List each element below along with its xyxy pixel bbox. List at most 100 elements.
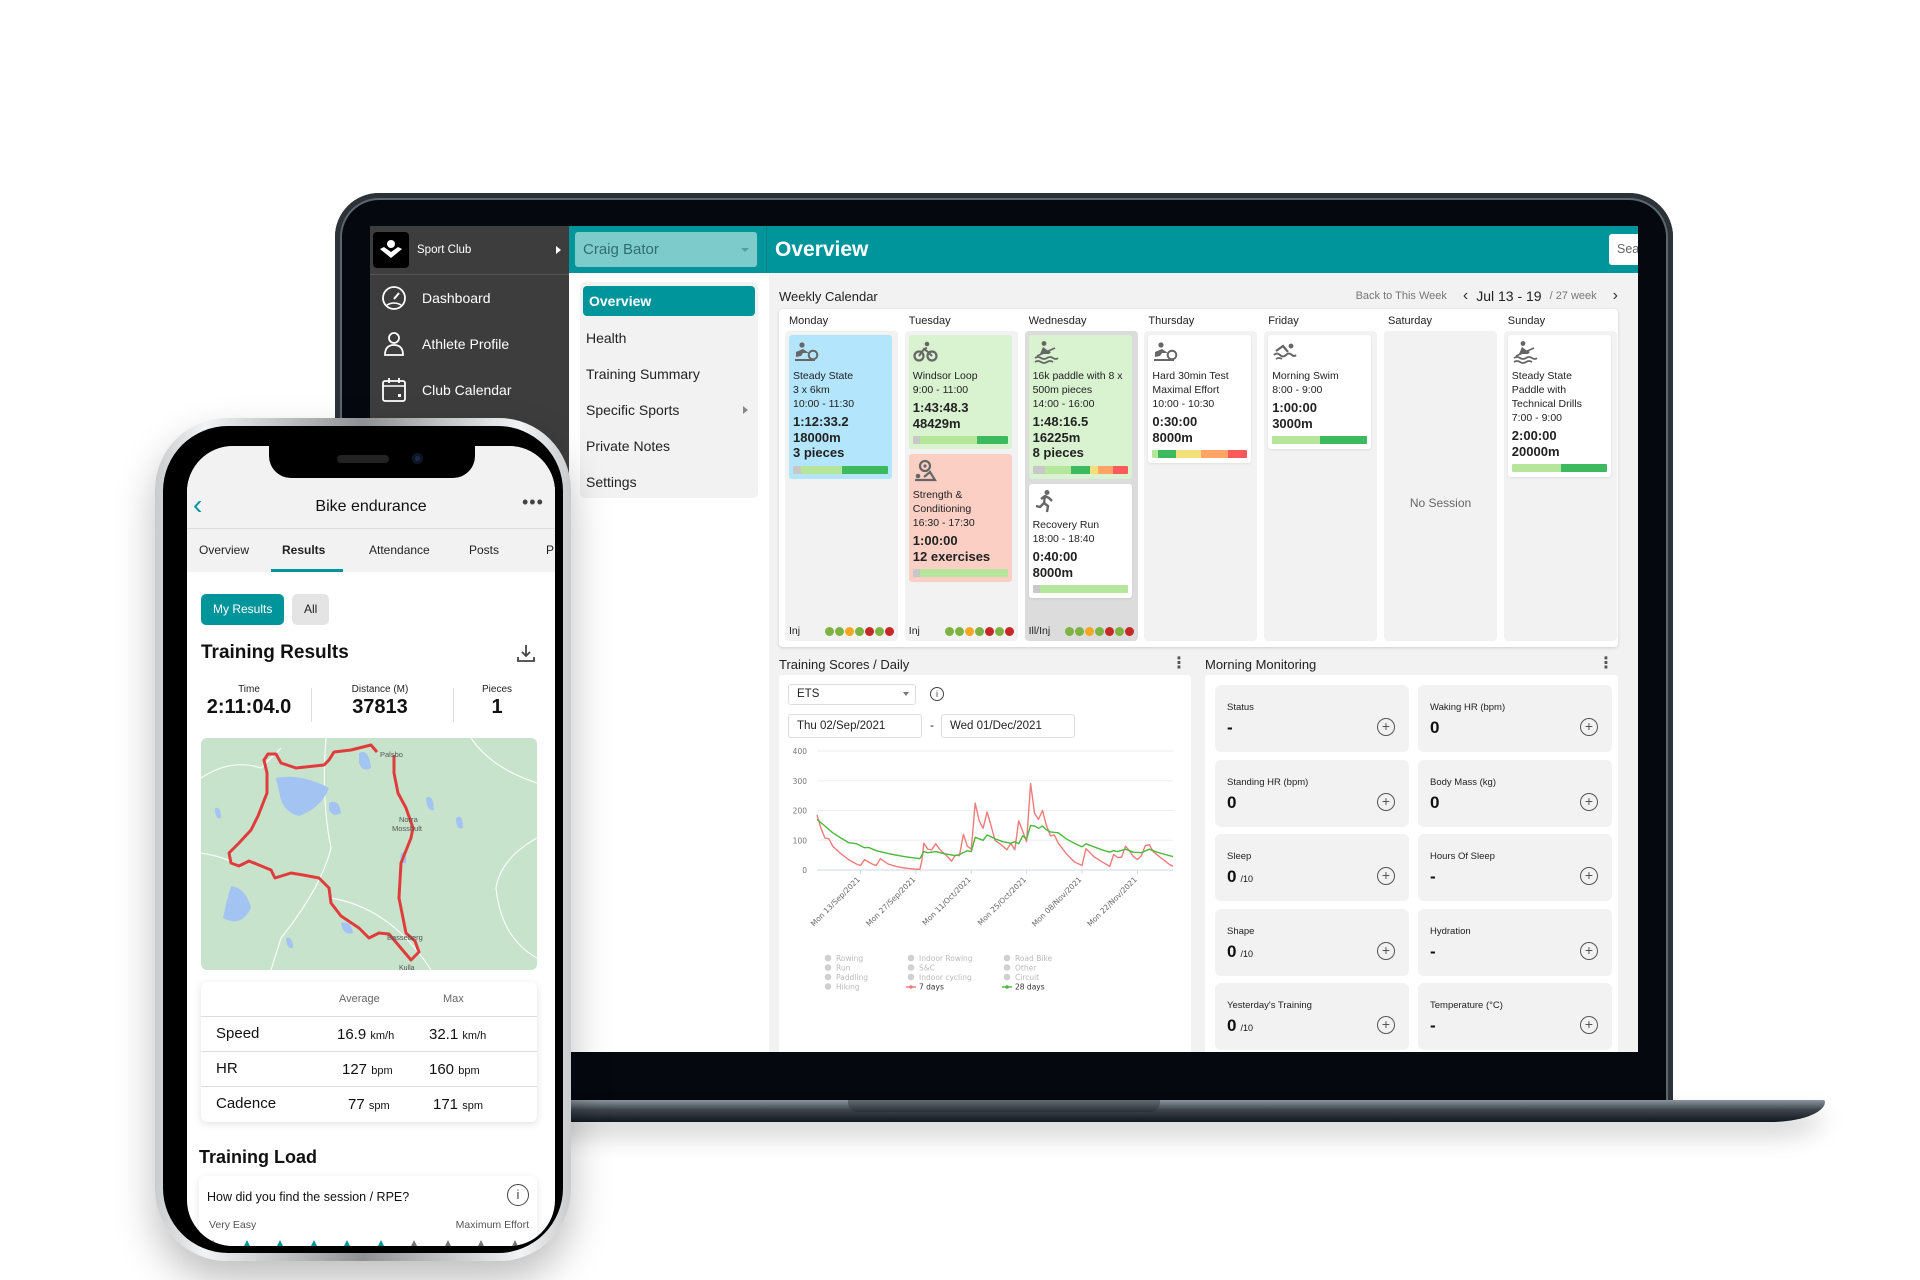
tab-more[interactable]: P [546,543,554,557]
session-card[interactable]: Morning Swim 8:00 - 9:00 1:00:00 3000m [1268,335,1372,449]
my-results-chip[interactable]: My Results [201,594,285,625]
rpe-scale-tick[interactable] [478,1240,484,1246]
club-logo-icon [373,232,409,268]
session-card[interactable]: Recovery Run 18:00 - 18:40 0:40:00 8000m [1028,484,1132,598]
front-camera [412,453,423,464]
submenu-item-health[interactable]: Health [580,320,758,356]
rpe-scale-tick[interactable] [444,1240,451,1246]
more-options-icon[interactable]: ⋮ [1171,653,1187,673]
submenu-item-training-summary[interactable]: Training Summary [580,356,758,392]
legend-item[interactable]: Run [824,964,851,973]
legend-item[interactable]: 7 days [906,983,944,992]
add-entry-icon[interactable]: + [1377,792,1395,811]
week-range: Jul 13 - 19 [1476,288,1542,304]
download-icon[interactable] [515,642,537,664]
session-card[interactable]: Hard 30min Test Maximal Effort 10:00 - 10:… [1148,335,1252,463]
legend-item[interactable]: Indoor cycling [907,973,972,982]
chevron-left-icon[interactable]: ‹ [1463,287,1468,305]
legend-item[interactable]: Paddling [824,973,869,982]
legend-item[interactable]: 28 days [1002,983,1045,992]
legend-item[interactable]: Hiking [824,983,860,992]
submenu-item-private-notes[interactable]: Private Notes [580,428,758,464]
day-column[interactable]: 16k paddle with 8 x 500m pieces 14:00 - 16… [1024,331,1138,641]
club-switcher[interactable]: Sport Club [370,226,569,275]
tab-posts[interactable]: Posts [469,543,499,557]
add-entry-icon[interactable]: + [1377,941,1395,960]
legend-item[interactable]: Rowing [824,954,864,963]
rpe-scale-tick[interactable] [243,1240,250,1246]
rpe-scale-tick[interactable] [411,1240,417,1246]
legend-item[interactable]: Other [1003,964,1038,973]
session-detail: Steady State [793,370,854,382]
wellness-dot [875,626,884,636]
top-bar: Craig Bator Overview Search Ludum 4 [569,226,1638,273]
legend-item[interactable]: S&C [907,964,935,973]
add-entry-icon[interactable]: + [1580,718,1598,736]
session-card[interactable]: Windsor Loop 9:00 - 11:00 1:43:48.3 48429m [908,335,1012,449]
legend-item[interactable]: Indoor Rowing [907,954,973,963]
submenu-item-settings[interactable]: Settings [580,464,758,500]
map-canvas: Palsbo Norra Mosshult Basseberg Kulla [201,738,537,970]
day-column[interactable]: Steady State Paddle with Technical Drills 7… [1503,331,1617,641]
legend-swatch [1003,954,1011,962]
legend-label: Rowing [836,954,863,963]
rpe-scale-tick[interactable] [344,1240,350,1246]
add-entry-icon[interactable]: + [1580,792,1598,811]
rpe-scale-tick[interactable] [377,1240,384,1246]
add-entry-icon[interactable]: + [1580,867,1598,885]
add-entry-icon[interactable]: + [1377,1016,1395,1034]
wellness-dot [865,626,874,636]
chevron-right-icon[interactable]: › [1613,287,1618,305]
monitoring-label: Standing HR (bpm) [1227,776,1309,788]
more-options-icon[interactable]: ⋮ [1598,653,1614,673]
submenu-item-overview[interactable]: Overview [583,286,755,316]
weekly-calendar: Monday Steady State 3 x 6km 10:00 - 11:30 1:… [779,309,1618,647]
session-detail: Paddle with [1511,384,1567,396]
day-column[interactable]: Hard 30min Test Maximal Effort 10:00 - 10:… [1144,331,1258,641]
monitoring-value: 0 [1430,718,1440,737]
legend-label: Road Bike [1015,954,1053,963]
more-options-icon[interactable]: ••• [522,492,544,513]
wellness-dot [885,626,894,636]
all-results-chip[interactable]: All [292,594,330,625]
day-column[interactable]: Steady State 3 x 6km 10:00 - 11:30 1:12:33.… [785,331,898,641]
tab-results[interactable]: Results [282,543,325,557]
back-to-this-week-link[interactable]: Back to This Week [1356,290,1447,302]
info-icon[interactable]: i [507,1184,529,1206]
search-input[interactable]: Search Ludum [1609,234,1638,265]
add-entry-icon[interactable]: + [1377,718,1395,736]
legend-swatch [824,983,832,990]
zone-segment [1228,450,1248,458]
legend-item[interactable]: Circuit [1003,973,1039,982]
route-map[interactable]: Palsbo Norra Mosshult Basseberg Kulla [201,738,537,970]
legend-item[interactable]: Road Bike [1003,954,1053,963]
sidebar-item-athlete-profile[interactable]: Athlete Profile [370,321,569,367]
day-column[interactable]: Windsor Loop 9:00 - 11:00 1:43:48.3 48429m S… [904,331,1018,641]
tab-overview[interactable]: Overview [199,543,249,557]
rpe-scale-tick[interactable] [210,1240,216,1246]
session-card[interactable]: Strength & Conditioning 16:30 - 17:30 1:00:… [908,454,1012,582]
legend-label: Run [836,964,851,973]
day-column[interactable]: No Session [1384,331,1497,641]
stat-label: Pieces [481,684,512,695]
session-card[interactable]: 16k paddle with 8 x 500m pieces 14:00 - 16… [1028,335,1132,479]
lake [276,776,329,816]
rpe-scale-tick[interactable] [277,1240,283,1246]
add-entry-icon[interactable]: + [1377,867,1395,885]
rpe-scale-tick[interactable] [511,1240,518,1246]
session-card[interactable]: Steady State Paddle with Technical Drills 7… [1507,335,1611,477]
add-entry-icon[interactable]: + [1580,1016,1598,1034]
athlete-select[interactable]: Craig Bator [575,232,757,267]
session-card[interactable]: Steady State 3 x 6km 10:00 - 11:30 1:12:33.… [789,335,892,479]
session-stat: 2:00:00 [1511,428,1557,443]
sidebar-item-dashboard[interactable]: Dashboard [370,275,569,321]
session-stat: 16225m [1032,429,1081,445]
tab-attendance[interactable]: Attendance [369,543,430,557]
rpe-scale-tick[interactable] [310,1240,317,1246]
sidebar-item-club-calendar[interactable]: Club Calendar [370,367,569,413]
submenu-item-specific-sports[interactable]: Specific Sports [580,392,758,428]
add-entry-icon[interactable]: + [1580,941,1598,960]
lake [215,796,463,949]
day-column[interactable]: Morning Swim 8:00 - 9:00 1:00:00 3000m [1264,331,1378,641]
legend-swatch [1003,973,1011,981]
